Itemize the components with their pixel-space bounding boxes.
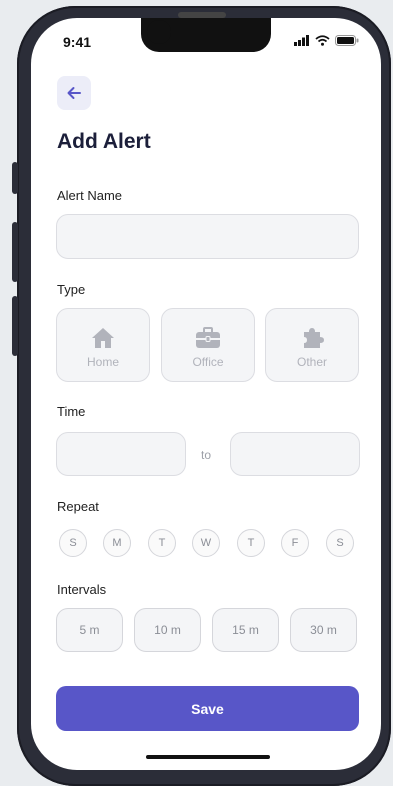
notch [141, 18, 271, 52]
type-option-label: Office [192, 355, 224, 369]
time-to-input[interactable] [230, 432, 360, 476]
repeat-day-friday[interactable]: F [281, 529, 309, 557]
volume-down-button [12, 296, 18, 356]
speaker-grille [178, 12, 226, 18]
interval-option-5m[interactable]: 5 m [56, 608, 123, 652]
repeat-day-thursday[interactable]: T [237, 529, 265, 557]
status-time: 9:41 [63, 34, 92, 50]
arrow-left-icon [67, 87, 81, 99]
repeat-label: Repeat [57, 499, 99, 514]
home-indicator[interactable] [146, 755, 270, 759]
alert-name-input[interactable] [56, 214, 359, 259]
save-button[interactable]: Save [56, 686, 359, 731]
type-option-label: Other [296, 355, 327, 369]
type-label: Type [57, 282, 86, 297]
mute-switch [12, 162, 18, 194]
repeat-day-monday[interactable]: M [103, 529, 131, 557]
page-title: Add Alert [57, 130, 151, 153]
type-option-office[interactable]: Office [161, 308, 255, 382]
interval-option-10m[interactable]: 10 m [134, 608, 201, 652]
phone-screen: 9:41 Add Alert Alert Name Type Home Offi… [31, 18, 381, 770]
status-icons [294, 35, 359, 46]
time-label: Time [57, 404, 86, 419]
interval-option-30m[interactable]: 30 m [290, 608, 357, 652]
back-button[interactable] [57, 76, 91, 110]
time-from-input[interactable] [56, 432, 186, 476]
interval-option-15m[interactable]: 15 m [212, 608, 279, 652]
volume-up-button [12, 222, 18, 282]
repeat-day-saturday[interactable]: S [326, 529, 354, 557]
wifi-icon [315, 35, 330, 46]
type-option-other[interactable]: Other [265, 308, 359, 382]
home-icon [92, 328, 114, 348]
repeat-day-tuesday[interactable]: T [148, 529, 176, 557]
puzzle-icon [304, 328, 324, 348]
repeat-day-sunday[interactable]: S [59, 529, 87, 557]
alert-name-label: Alert Name [57, 188, 123, 203]
intervals-label: Intervals [57, 582, 107, 597]
time-separator: to [201, 448, 212, 462]
signal-icon [294, 35, 309, 46]
camera-icon [147, 20, 171, 44]
battery-icon [335, 35, 359, 46]
briefcase-icon [196, 327, 220, 348]
type-option-label: Home [86, 355, 119, 369]
type-option-home[interactable]: Home [56, 308, 150, 382]
repeat-day-wednesday[interactable]: W [192, 529, 220, 557]
